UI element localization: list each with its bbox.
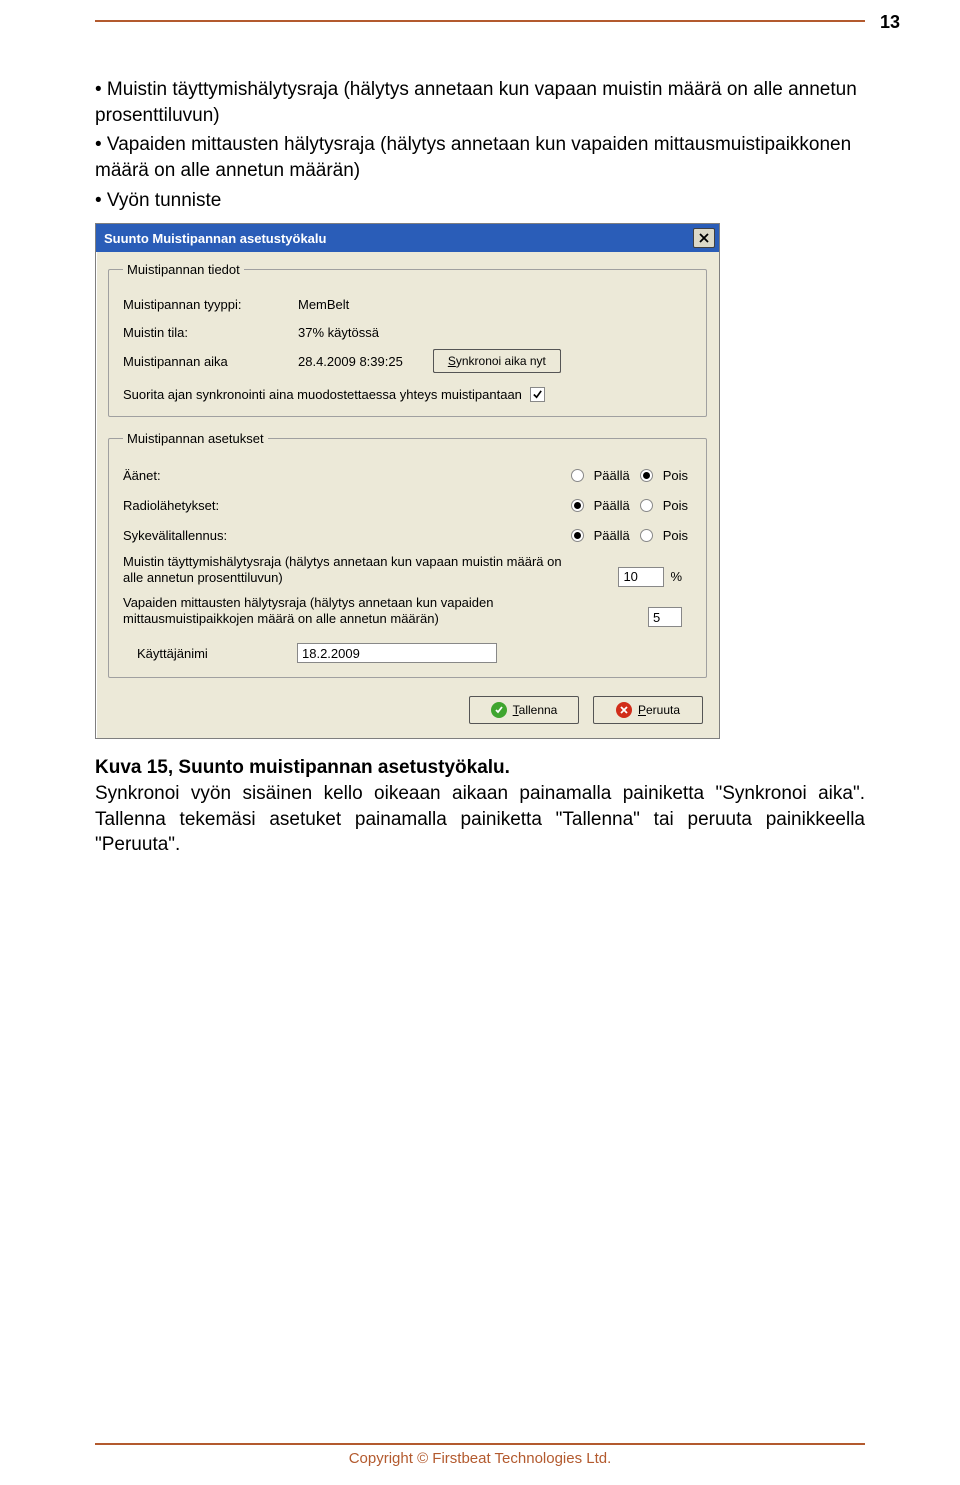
copyright: Copyright © Firstbeat Technologies Ltd. (0, 1450, 960, 1467)
username-label: Käyttäjänimi (137, 646, 297, 661)
time-value: 28.4.2009 8:39:25 (298, 354, 403, 369)
save-button[interactable]: Tallenna (469, 696, 579, 724)
check-icon (491, 702, 507, 718)
hr-off-radio[interactable] (640, 529, 653, 542)
on-label: Päällä (594, 498, 630, 513)
fill-alarm-label: Muistin täyttymishälytysraja (hälytys an… (123, 554, 563, 587)
type-label: Muistipannan tyyppi: (123, 297, 298, 312)
page-number: 13 (880, 12, 900, 33)
autosync-label: Suorita ajan synkronointi aina muodostet… (123, 387, 522, 402)
autosync-checkbox[interactable] (530, 387, 545, 402)
hr-label: Sykevälitallennus: (123, 528, 571, 543)
bottom-rule (95, 1443, 865, 1445)
save-label: Tallenna (513, 703, 558, 717)
cancel-label: Peruuta (638, 703, 680, 717)
username-input[interactable] (297, 643, 497, 663)
free-alarm-label: Vapaiden mittausten hälytysraja (hälytys… (123, 595, 563, 628)
memory-label: Muistin tila: (123, 325, 298, 340)
radio-on-radio[interactable] (571, 499, 584, 512)
settings-group: Muistipannan asetukset Äänet: Päällä Poi… (108, 431, 707, 678)
settings-dialog: Suunto Muistipannan asetustyökalu Muisti… (95, 223, 720, 739)
top-rule (95, 20, 865, 22)
sync-time-label: SSynkronoi aika nytynkronoi aika nyt (448, 354, 546, 368)
time-label: Muistipannan aika (123, 354, 298, 369)
radio-label: Radiolähetykset: (123, 498, 571, 513)
info-group: Muistipannan tiedot Muistipannan tyyppi:… (108, 262, 707, 417)
fill-alarm-input[interactable] (618, 567, 664, 587)
settings-legend: Muistipannan asetukset (123, 431, 268, 446)
sounds-on-radio[interactable] (571, 469, 584, 482)
info-legend: Muistipannan tiedot (123, 262, 244, 277)
title-bar: Suunto Muistipannan asetustyökalu (96, 224, 719, 252)
radio-off-radio[interactable] (640, 499, 653, 512)
memory-value: 37% käytössä (298, 325, 379, 340)
dialog-title: Suunto Muistipannan asetustyökalu (104, 231, 693, 246)
off-label: Pois (663, 468, 688, 483)
cancel-icon (616, 702, 632, 718)
type-value: MemBelt (298, 297, 349, 312)
on-label: Päällä (594, 468, 630, 483)
percent-label: % (670, 569, 682, 584)
hr-on-radio[interactable] (571, 529, 584, 542)
intro-text: • Muistin täyttymishälytysraja (hälytys … (95, 77, 865, 213)
close-icon[interactable] (693, 228, 715, 248)
free-alarm-input[interactable] (648, 607, 682, 627)
off-label: Pois (663, 528, 688, 543)
intro-bullet-3: • Vyön tunniste (95, 190, 221, 211)
sounds-label: Äänet: (123, 468, 571, 483)
figure-caption-body: Synkronoi vyön sisäinen kello oikeaan ai… (95, 781, 865, 858)
cancel-button[interactable]: Peruuta (593, 696, 703, 724)
sounds-off-radio[interactable] (640, 469, 653, 482)
figure-caption-title: Kuva 15, Suunto muistipannan asetustyöka… (95, 757, 865, 779)
off-label: Pois (663, 498, 688, 513)
on-label: Päällä (594, 528, 630, 543)
intro-bullet-2: • Vapaiden mittausten hälytysraja (hälyt… (95, 134, 851, 181)
sync-time-button[interactable]: SSynkronoi aika nytynkronoi aika nyt (433, 349, 561, 373)
intro-bullet-1: • Muistin täyttymishälytysraja (hälytys … (95, 79, 857, 126)
